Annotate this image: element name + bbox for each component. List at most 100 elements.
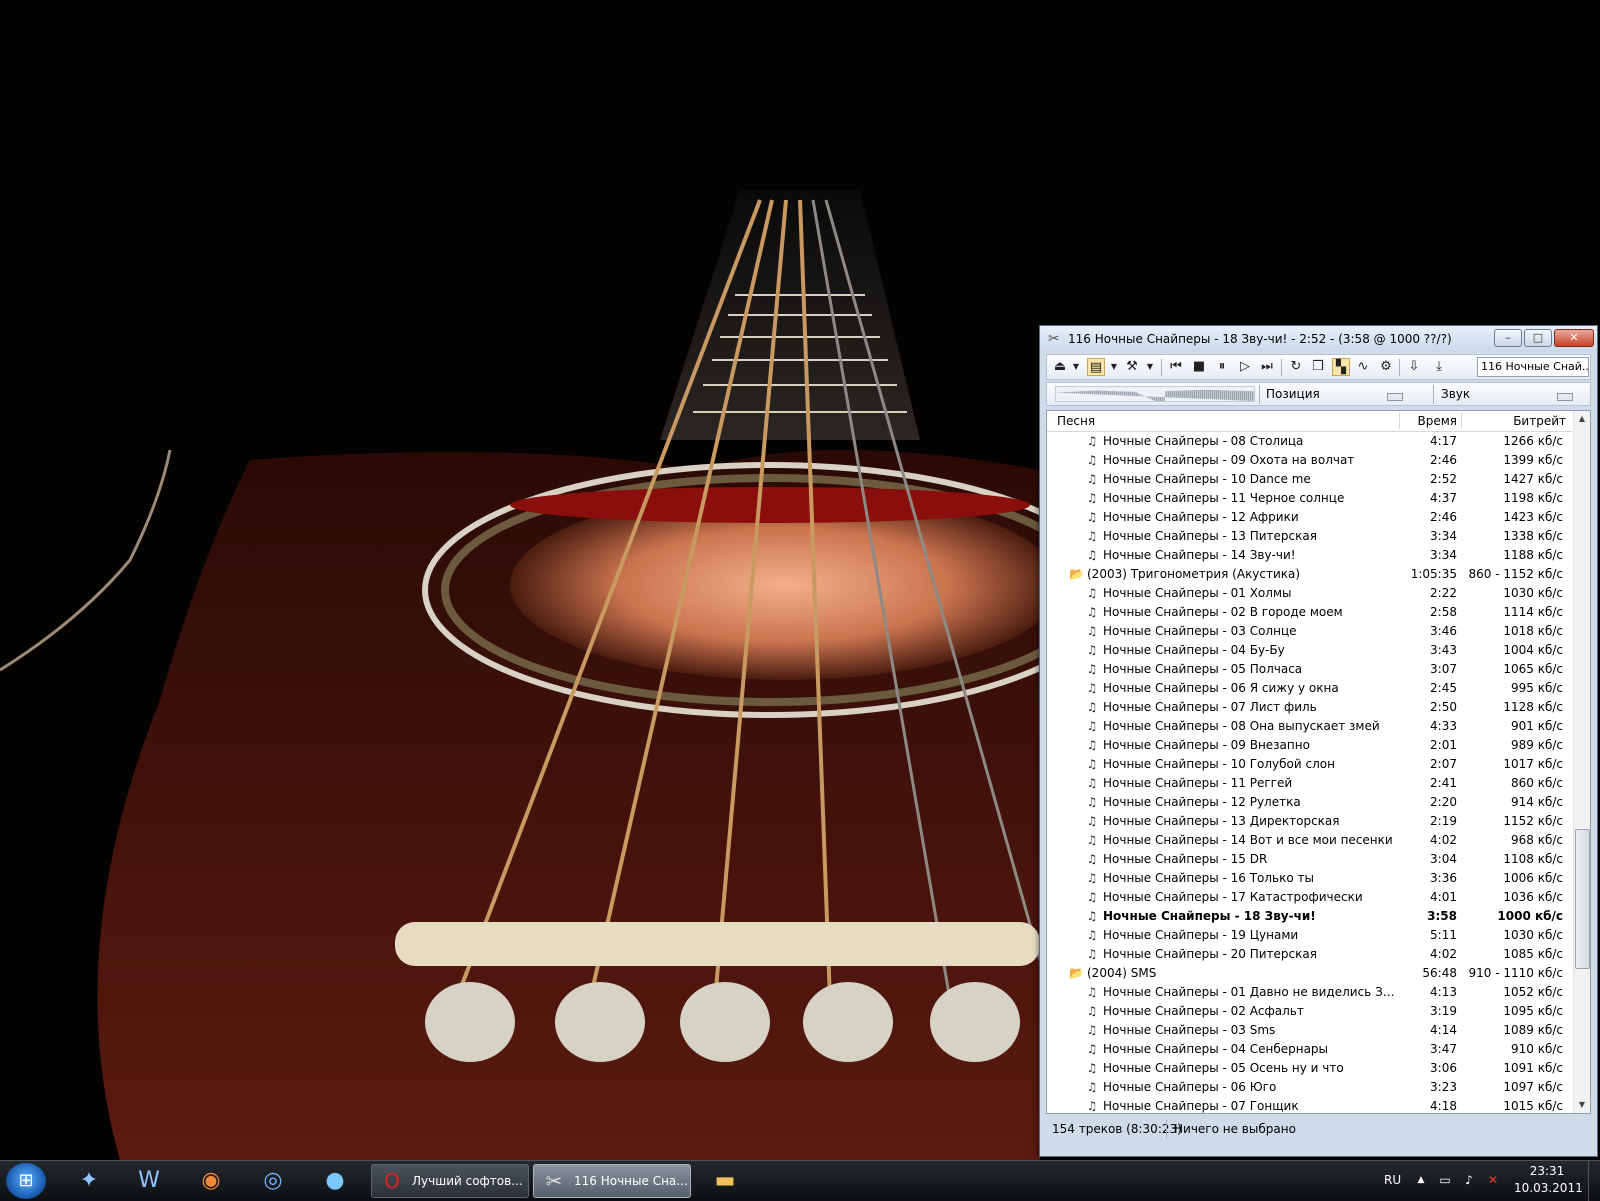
- tools-dropdown-icon[interactable]: ▼: [1141, 358, 1159, 376]
- track-row[interactable]: ♫ Ночные Снайперы - 13 Директорская 2:19 11…: [1047, 812, 1572, 831]
- track-row[interactable]: ♫ Ночные Снайперы - 05 Осень ну и что 3:06…: [1047, 1059, 1572, 1078]
- row-bitrate: 1423 кб/с: [1503, 510, 1563, 524]
- next-track-icon[interactable]: ⏭: [1258, 358, 1276, 376]
- tools-icon[interactable]: ⚒: [1123, 358, 1141, 376]
- butterfly-app-icon[interactable]: ✦: [64, 1165, 114, 1197]
- speaker-icon[interactable]: ♪: [1460, 1171, 1478, 1189]
- track-row[interactable]: ♫ Ночные Снайперы - 03 Sms 4:14 1089 кб/с: [1047, 1021, 1572, 1040]
- globe-app-icon[interactable]: ◎: [248, 1165, 298, 1197]
- taskbar-item-browser[interactable]: O Лучший софтов...: [371, 1164, 529, 1198]
- track-row[interactable]: ♫ Ночные Снайперы - 02 Асфальт 3:19 1095 кб…: [1047, 1002, 1572, 1021]
- track-row[interactable]: ♫ Ночные Снайперы - 12 Рулетка 2:20 914 кб/…: [1047, 793, 1572, 812]
- scroll-up-icon[interactable]: ▲: [1574, 411, 1590, 427]
- previous-track-icon[interactable]: ⏮: [1167, 358, 1185, 376]
- scroll-thumb[interactable]: [1575, 829, 1590, 969]
- column-time[interactable]: Время: [1415, 411, 1457, 431]
- row-time: 2:52: [1430, 472, 1457, 486]
- track-row[interactable]: ♫ Ночные Снайперы - 06 Я сижу у окна 2:45 9…: [1047, 679, 1572, 698]
- music-note-icon: ♫: [1086, 833, 1098, 847]
- shuffle-cube-icon[interactable]: ❒: [1309, 358, 1327, 376]
- track-row[interactable]: ♫ Ночные Снайперы - 11 Черное солнце 4:37 1…: [1047, 489, 1572, 508]
- row-bitrate: 995 кб/с: [1510, 681, 1563, 695]
- minimize-button[interactable]: –: [1494, 329, 1522, 347]
- current-track-row[interactable]: ♫ Ночные Снайперы - 18 Зву-чи! 3:58 1000 кб…: [1047, 907, 1572, 926]
- network-icon[interactable]: ▭: [1436, 1171, 1454, 1189]
- track-row[interactable]: ♫ Ночные Снайперы - 09 Охота на волчат 2:4…: [1047, 451, 1572, 470]
- position-slider[interactable]: [1387, 393, 1403, 401]
- row-title: Ночные Снайперы - 10 Dance me: [1103, 472, 1311, 486]
- folder-icon[interactable]: ▬: [700, 1165, 750, 1197]
- playlist-view-icon[interactable]: ▤: [1087, 358, 1105, 376]
- track-row[interactable]: ♫ Ночные Снайперы - 19 Цунами 5:11 1030 кб/…: [1047, 926, 1572, 945]
- volume-slider[interactable]: [1557, 393, 1573, 401]
- move-down-icon[interactable]: ⇩: [1405, 358, 1423, 376]
- track-row[interactable]: ♫ Ночные Снайперы - 10 Dance me 2:52 1427 к…: [1047, 470, 1572, 489]
- stop-icon[interactable]: ■: [1190, 358, 1208, 376]
- track-row[interactable]: ♫ Ночные Снайперы - 15 DR 3:04 1108 кб/с: [1047, 850, 1572, 869]
- volume-label: Звук: [1441, 387, 1471, 401]
- eject-dropdown-icon[interactable]: ▼: [1067, 358, 1085, 376]
- row-time: 3:46: [1430, 624, 1457, 638]
- track-row[interactable]: ♫ Ночные Снайперы - 06 Юго 3:23 1097 кб/с: [1047, 1078, 1572, 1097]
- playlist-scrollbar[interactable]: ▲ ▼: [1573, 411, 1590, 1113]
- music-note-icon: ♫: [1086, 1099, 1098, 1113]
- maximize-button[interactable]: □: [1524, 329, 1552, 347]
- track-row[interactable]: ♫ Ночные Снайперы - 11 Реггей 2:41 860 кб/с: [1047, 774, 1572, 793]
- track-row[interactable]: ♫ Ночные Снайперы - 05 Полчаса 3:07 1065 кб…: [1047, 660, 1572, 679]
- row-title: Ночные Снайперы - 03 Sms: [1103, 1023, 1276, 1037]
- repeat-icon[interactable]: ↻: [1287, 358, 1305, 376]
- row-title: Ночные Снайперы - 18 Зву-чи!: [1103, 909, 1316, 923]
- download-icon[interactable]: ⤓: [1430, 358, 1448, 376]
- equalizer-icon[interactable]: ▚: [1332, 358, 1350, 376]
- word-icon[interactable]: W: [124, 1165, 174, 1197]
- track-row[interactable]: ♫ Ночные Снайперы - 01 Холмы 2:22 1030 кб/с: [1047, 584, 1572, 603]
- album-row[interactable]: 📂 (2004) SMS 56:48 910 - 1110 кб/с: [1047, 964, 1572, 983]
- row-time: 3:19: [1430, 1004, 1457, 1018]
- row-title: Ночные Снайперы - 04 Бу-Бу: [1103, 643, 1285, 657]
- track-row[interactable]: ♫ Ночные Снайперы - 17 Катастрофически 4:0…: [1047, 888, 1572, 907]
- column-bitrate[interactable]: Битрейт: [1467, 411, 1566, 431]
- track-row[interactable]: ♫ Ночные Снайперы - 08 Она выпускает змей…: [1047, 717, 1572, 736]
- track-row[interactable]: ♫ Ночные Снайперы - 04 Сенбернары 3:47 910 …: [1047, 1040, 1572, 1059]
- title-bar[interactable]: ✂ 116 Ночные Снайперы - 18 Зву-чи! - 2:5…: [1040, 326, 1597, 352]
- row-bitrate: 1152 кб/с: [1503, 814, 1563, 828]
- now-playing-field[interactable]: 116 Ночные Снай...: [1477, 357, 1589, 377]
- track-row[interactable]: ♫ Ночные Снайперы - 08 Столица 4:17 1266 кб…: [1047, 432, 1572, 451]
- track-row[interactable]: ♫ Ночные Снайперы - 12 Африки 2:46 1423 кб/…: [1047, 508, 1572, 527]
- track-row[interactable]: ♫ Ночные Снайперы - 03 Солнце 3:46 1018 кб/…: [1047, 622, 1572, 641]
- track-row[interactable]: ♫ Ночные Снайперы - 07 Лист филь 2:50 1128 …: [1047, 698, 1572, 717]
- clock-date[interactable]: 10.03.2011: [1514, 1181, 1583, 1195]
- album-row[interactable]: 📂 (2003) Тригонометрия (Акустика) 1:05:35 8…: [1047, 565, 1572, 584]
- eye-app-icon[interactable]: ◉: [186, 1165, 236, 1197]
- row-bitrate: 1030 кб/с: [1503, 586, 1563, 600]
- track-row[interactable]: ♫ Ночные Снайперы - 09 Внезапно 2:01 989 кб…: [1047, 736, 1572, 755]
- track-row[interactable]: ♫ Ночные Снайперы - 02 В городе моем 2:58 1…: [1047, 603, 1572, 622]
- start-button[interactable]: ⊞: [6, 1163, 46, 1199]
- taskbar-item-player[interactable]: ✂ 116 Ночные Сна...: [533, 1164, 691, 1198]
- pause-icon[interactable]: ⏸: [1213, 358, 1231, 376]
- track-row[interactable]: ♫ Ночные Снайперы - 20 Питерская 4:02 1085 …: [1047, 945, 1572, 964]
- language-indicator[interactable]: RU: [1384, 1173, 1401, 1187]
- track-row[interactable]: ♫ Ночные Снайперы - 07 Гонщик 4:18 1015 кб/…: [1047, 1097, 1572, 1113]
- tray-expand-icon[interactable]: ▲: [1412, 1171, 1430, 1189]
- antivirus-icon[interactable]: ✕: [1484, 1171, 1502, 1189]
- waveform-icon[interactable]: ∿: [1354, 358, 1372, 376]
- track-row[interactable]: ♫ Ночные Снайперы - 01 Давно не виделись …: [1047, 983, 1572, 1002]
- scroll-down-icon[interactable]: ▼: [1574, 1097, 1590, 1113]
- view-dropdown-icon[interactable]: ▼: [1105, 358, 1123, 376]
- track-row[interactable]: ♫ Ночные Снайперы - 04 Бу-Бу 3:43 1004 кб/с: [1047, 641, 1572, 660]
- track-row[interactable]: ♫ Ночные Снайперы - 10 Голубой слон 2:07 10…: [1047, 755, 1572, 774]
- settings-icon[interactable]: ⚙: [1377, 358, 1395, 376]
- show-desktop-button[interactable]: [1588, 1161, 1600, 1201]
- row-bitrate: 1399 кб/с: [1503, 453, 1563, 467]
- clock-time[interactable]: 23:31: [1517, 1164, 1577, 1178]
- browser-app-icon[interactable]: ●: [310, 1165, 360, 1197]
- track-row[interactable]: ♫ Ночные Снайперы - 14 Зву-чи! 3:34 1188 кб…: [1047, 546, 1572, 565]
- column-song[interactable]: Песня: [1057, 411, 1095, 431]
- play-icon[interactable]: ▷: [1236, 358, 1254, 376]
- close-button[interactable]: ✕: [1554, 329, 1594, 347]
- track-row[interactable]: ♫ Ночные Снайперы - 14 Вот и все мои песе…: [1047, 831, 1572, 850]
- row-title: Ночные Снайперы - 08 Столица: [1103, 434, 1304, 448]
- track-row[interactable]: ♫ Ночные Снайперы - 13 Питерская 3:34 1338 …: [1047, 527, 1572, 546]
- track-row[interactable]: ♫ Ночные Снайперы - 16 Только ты 3:36 1006 …: [1047, 869, 1572, 888]
